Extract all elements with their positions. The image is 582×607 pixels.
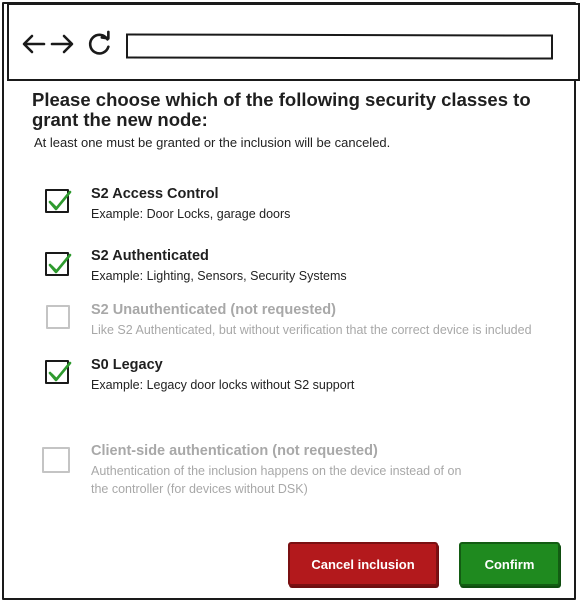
option-title: S2 Unauthenticated (not requested)	[91, 302, 336, 318]
nav-icons	[21, 27, 113, 61]
checkbox-s0-legacy[interactable]	[45, 360, 72, 384]
dialog-heading: Please choose which of the following sec…	[32, 89, 531, 130]
checkbox-s2-authenticated[interactable]	[45, 252, 72, 276]
option-description: Example: Lighting, Sensors, Security Sys…	[91, 269, 347, 283]
option-description: Example: Door Locks, garage doors	[91, 207, 291, 221]
url-input[interactable]	[126, 33, 553, 60]
option-description: Authentication of the inclusion happens …	[91, 464, 462, 496]
option-description: Example: Legacy door locks without S2 su…	[91, 378, 355, 392]
option-title: S2 Access Control	[91, 186, 219, 202]
checkmark-icon	[48, 253, 72, 274]
browser-toolbar	[7, 3, 580, 81]
checkmark-icon	[48, 361, 72, 382]
option-title: S2 Authenticated	[91, 248, 209, 264]
forward-arrow-icon[interactable]	[49, 29, 75, 59]
confirm-button[interactable]: Confirm	[459, 542, 560, 586]
checkbox-s2-access-control[interactable]	[45, 189, 72, 213]
option-title: S0 Legacy	[91, 357, 163, 373]
security-dialog: Please choose which of the following sec…	[32, 89, 562, 151]
checkbox-s2-unauthenticated	[46, 305, 70, 329]
back-arrow-icon[interactable]	[21, 29, 47, 59]
checkbox-client-side-auth	[42, 447, 70, 473]
dialog-subheading: At least one must be granted or the incl…	[34, 135, 391, 150]
option-description: Like S2 Authenticated, but without verif…	[91, 323, 532, 337]
checkmark-icon	[48, 190, 72, 211]
reload-icon[interactable]	[87, 29, 113, 59]
cancel-inclusion-button[interactable]: Cancel inclusion	[288, 542, 438, 586]
option-title: Client-side authentication (not requeste…	[91, 443, 378, 459]
